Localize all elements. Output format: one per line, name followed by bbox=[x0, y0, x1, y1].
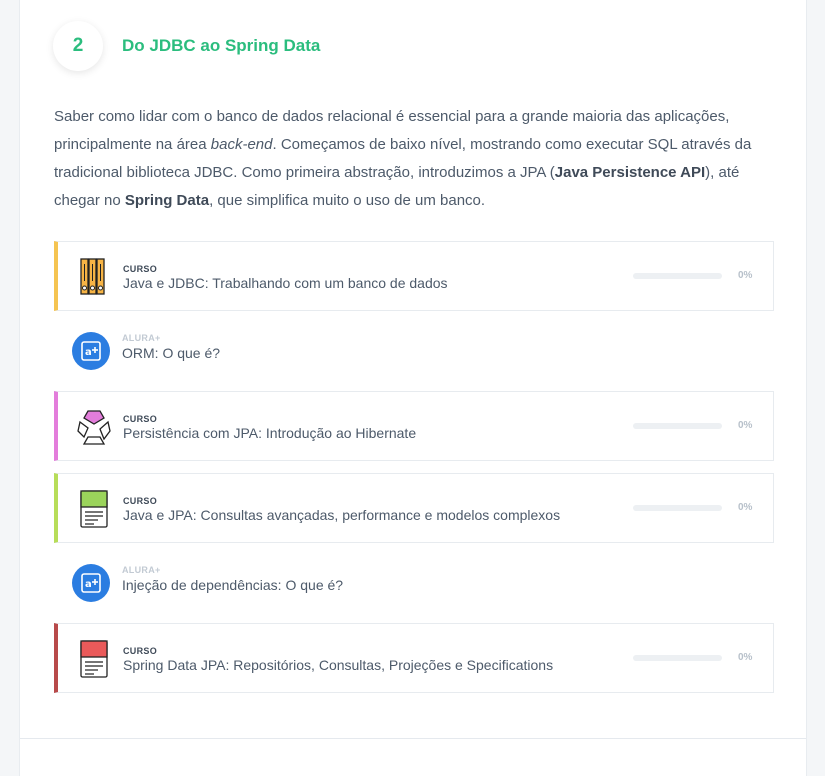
alura-plus-item[interactable]: a ALURA+ ORM: O que é? bbox=[54, 320, 774, 390]
course-title: Spring Data JPA: Repositórios, Consultas… bbox=[123, 657, 554, 673]
intro-bold-spring-data: Spring Data bbox=[124, 192, 210, 209]
progress-percent: 0% bbox=[738, 652, 753, 663]
course-card[interactable]: CURSO Java e JDBC: Trabalhando com um ba… bbox=[54, 241, 774, 311]
progress-percent: 0% bbox=[738, 502, 753, 513]
course-kind-label: CURSO bbox=[123, 264, 158, 274]
section-description: Saber como lidar com o banco de dados re… bbox=[54, 103, 779, 215]
course-kind-label: CURSO bbox=[123, 414, 158, 424]
progress-bar bbox=[633, 655, 722, 661]
alura-plus-kind-label: ALURA+ bbox=[122, 333, 161, 343]
step-number: 2 bbox=[72, 35, 84, 56]
section-title: Do JDBC ao Spring Data bbox=[122, 36, 321, 55]
progress-bar bbox=[633, 273, 722, 279]
step-number-badge: 2 bbox=[53, 21, 103, 71]
progress-bar bbox=[633, 505, 722, 511]
intro-text-4: , que simplifica muito o uso de um banco… bbox=[209, 192, 486, 209]
books-icon bbox=[76, 257, 112, 297]
progress-percent: 0% bbox=[738, 270, 753, 281]
section-divider bbox=[20, 738, 806, 739]
progress-percent: 0% bbox=[738, 420, 753, 431]
alura-plus-icon: a bbox=[72, 564, 110, 602]
green-document-icon bbox=[76, 489, 112, 529]
progress-bar bbox=[633, 423, 722, 429]
alura-plus-icon: a bbox=[72, 332, 110, 370]
course-title: Java e JDBC: Trabalhando com um banco de… bbox=[123, 275, 448, 291]
intro-bold-jpa: Java Persistence API bbox=[554, 164, 706, 181]
alura-plus-item[interactable]: a ALURA+ Injeção de dependências: O que … bbox=[54, 552, 774, 622]
course-card[interactable]: CURSO Spring Data JPA: Repositórios, Con… bbox=[54, 623, 774, 693]
hibernate-icon bbox=[76, 407, 112, 447]
course-kind-label: CURSO bbox=[123, 496, 158, 506]
svg-text:a: a bbox=[85, 347, 92, 358]
alura-plus-title: Injeção de dependências: O que é? bbox=[122, 577, 344, 593]
alura-plus-title: ORM: O que é? bbox=[122, 345, 221, 361]
intro-emphasis-back-end: back-end bbox=[210, 136, 273, 153]
red-document-icon bbox=[76, 639, 112, 679]
course-kind-label: CURSO bbox=[123, 646, 158, 656]
svg-text:a: a bbox=[85, 579, 92, 590]
course-card[interactable]: CURSO Java e JPA: Consultas avançadas, p… bbox=[54, 473, 774, 543]
course-card[interactable]: CURSO Persistência com JPA: Introdução a… bbox=[54, 391, 774, 461]
alura-plus-kind-label: ALURA+ bbox=[122, 565, 161, 575]
course-title: Persistência com JPA: Introdução ao Hibe… bbox=[123, 425, 417, 441]
course-title: Java e JPA: Consultas avançadas, perform… bbox=[123, 507, 561, 523]
content-panel: 2 Do JDBC ao Spring Data Saber como lida… bbox=[19, 0, 807, 776]
